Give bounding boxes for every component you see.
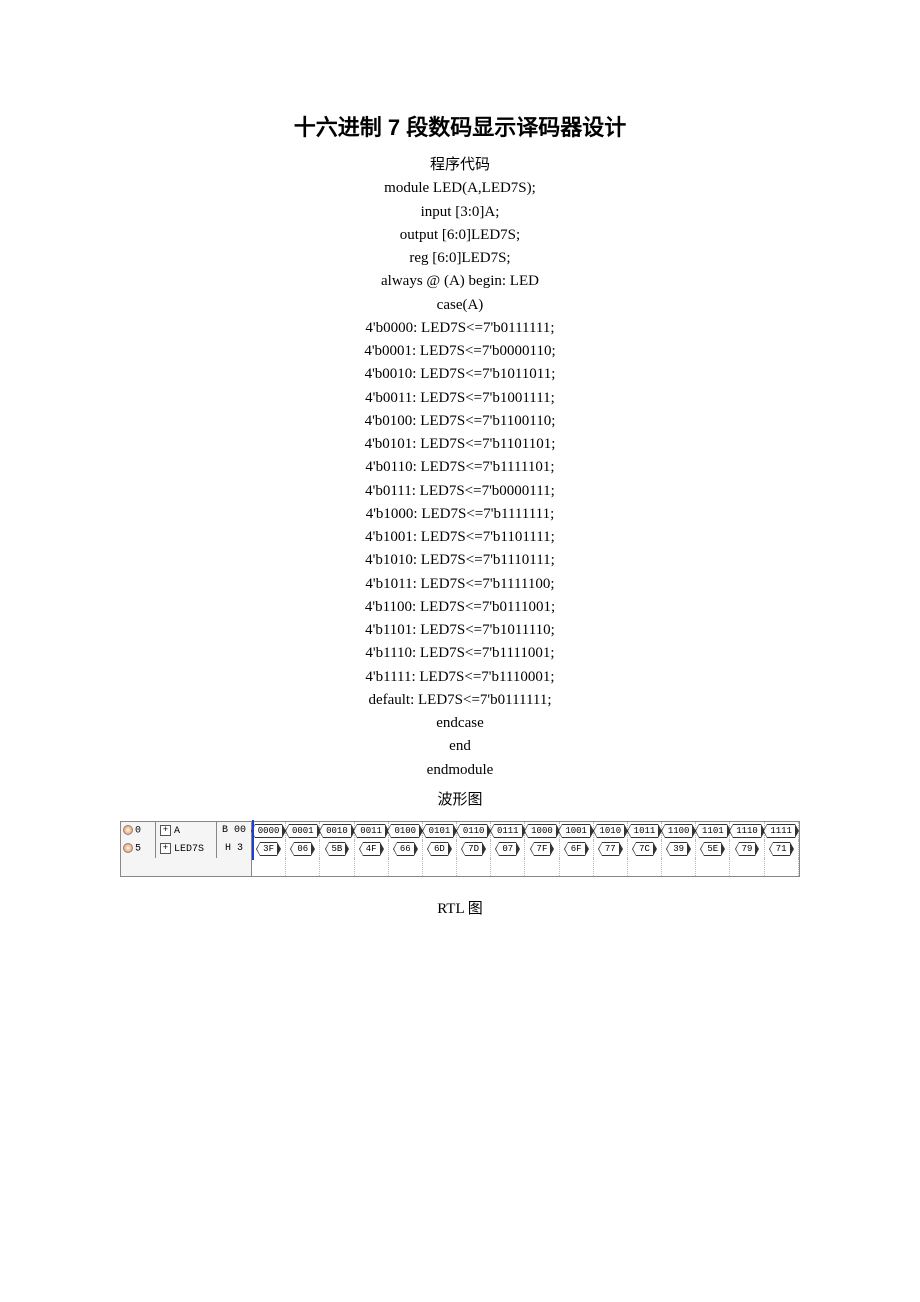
wave-grid	[354, 858, 388, 877]
wave-value: 7F	[525, 840, 559, 858]
wave-value: 0110	[457, 821, 491, 840]
wave-grid	[252, 858, 286, 877]
pin-label: 0	[121, 821, 156, 840]
wave-value: 6D	[422, 840, 456, 858]
code-line: end	[120, 735, 800, 758]
code-line: 4'b0010: LED7S<=7'b1011011;	[120, 363, 800, 386]
wave-grid	[559, 858, 593, 877]
wave-value: 7C	[627, 840, 661, 858]
code-line: 4'b1011: LED7S<=7'b1111100;	[120, 573, 800, 596]
code-line: always @ (A) begin: LED	[120, 270, 800, 293]
wave-grid	[422, 858, 456, 877]
wave-value: 06	[286, 840, 320, 858]
wave-value: 7D	[457, 840, 491, 858]
signal-name: +A	[156, 821, 217, 840]
wave-value: 1111	[764, 821, 798, 840]
wave-spacer	[121, 858, 252, 877]
code-line: 4'b1010: LED7S<=7'b1110111;	[120, 549, 800, 572]
code-line: endmodule	[120, 759, 800, 782]
wave-value: 0001	[286, 821, 320, 840]
wave-value: 79	[730, 840, 764, 858]
wave-tail	[798, 840, 799, 858]
wave-value: 1101	[696, 821, 730, 840]
wave-grid	[730, 858, 764, 877]
wave-value: 5E	[696, 840, 730, 858]
code-line: endcase	[120, 712, 800, 735]
wave-grid	[491, 858, 525, 877]
wave-value: 0111	[491, 821, 525, 840]
wave-value: 77	[593, 840, 627, 858]
signal-name: +LED7S	[156, 840, 217, 858]
wave-value: 1010	[593, 821, 627, 840]
code-line: 4'b0000: LED7S<=7'b0111111;	[120, 317, 800, 340]
wave-grid	[457, 858, 491, 877]
wave-value: 0101	[422, 821, 456, 840]
code-line: 4'b1100: LED7S<=7'b0111001;	[120, 596, 800, 619]
wave-value: 07	[491, 840, 525, 858]
signal-init: H 3	[217, 840, 252, 858]
code-line: reg [6:0]LED7S;	[120, 247, 800, 270]
wave-grid	[798, 858, 799, 877]
wave-value: 0100	[388, 821, 422, 840]
code-line: input [3:0]A;	[120, 201, 800, 224]
wave-value: 6F	[559, 840, 593, 858]
code-line: 4'b0100: LED7S<=7'b1100110;	[120, 410, 800, 433]
code-line: 4'b1001: LED7S<=7'b1101111;	[120, 526, 800, 549]
wave-grid	[764, 858, 798, 877]
code-line: 4'b1101: LED7S<=7'b1011110;	[120, 619, 800, 642]
wave-value: 0000	[252, 821, 286, 840]
code-line: default: LED7S<=7'b0111111;	[120, 689, 800, 712]
rtl-caption: RTL 图	[120, 897, 800, 918]
code-line: output [6:0]LED7S;	[120, 224, 800, 247]
page-title: 十六进制 7 段数码显示译码器设计	[120, 110, 800, 142]
wave-value: 0011	[354, 821, 388, 840]
code-section: 程序代码 module LED(A,LED7S);input [3:0]A;ou…	[120, 154, 800, 782]
code-line: 4'b0110: LED7S<=7'b1111101;	[120, 456, 800, 479]
wave-value: 1000	[525, 821, 559, 840]
wave-value: 4F	[354, 840, 388, 858]
code-line: module LED(A,LED7S);	[120, 177, 800, 200]
code-line: 4'b0101: LED7S<=7'b1101101;	[120, 433, 800, 456]
code-line: 4'b0001: LED7S<=7'b0000110;	[120, 340, 800, 363]
wave-caption: 波形图	[120, 788, 800, 809]
code-header: 程序代码	[120, 154, 800, 177]
signal-init: B 00	[217, 821, 252, 840]
code-line: 4'b0111: LED7S<=7'b0000111;	[120, 480, 800, 503]
wave-value: 39	[662, 840, 696, 858]
code-line: case(A)	[120, 294, 800, 317]
wave-grid	[525, 858, 559, 877]
pin-label: 5	[121, 840, 156, 858]
wave-value: 5B	[320, 840, 354, 858]
wave-value: 0010	[320, 821, 354, 840]
wave-grid	[593, 858, 627, 877]
wave-grid	[696, 858, 730, 877]
code-line: 4'b1111: LED7S<=7'b1110001;	[120, 666, 800, 689]
wave-value: 1110	[730, 821, 764, 840]
wave-value: 1011	[627, 821, 661, 840]
wave-grid	[320, 858, 354, 877]
wave-grid	[662, 858, 696, 877]
wave-value: 3F	[252, 840, 286, 858]
code-line: 4'b1000: LED7S<=7'b1111111;	[120, 503, 800, 526]
waveform-diagram: 0+AB 00000000010010001101000101011001111…	[120, 821, 800, 877]
code-line: 4'b0011: LED7S<=7'b1001111;	[120, 387, 800, 410]
wave-value: 71	[764, 840, 798, 858]
wave-grid	[388, 858, 422, 877]
code-line: 4'b1110: LED7S<=7'b1111001;	[120, 642, 800, 665]
wave-value: 1100	[662, 821, 696, 840]
wave-grid	[627, 858, 661, 877]
wave-value: 1001	[559, 821, 593, 840]
wave-grid	[286, 858, 320, 877]
wave-value: 66	[388, 840, 422, 858]
